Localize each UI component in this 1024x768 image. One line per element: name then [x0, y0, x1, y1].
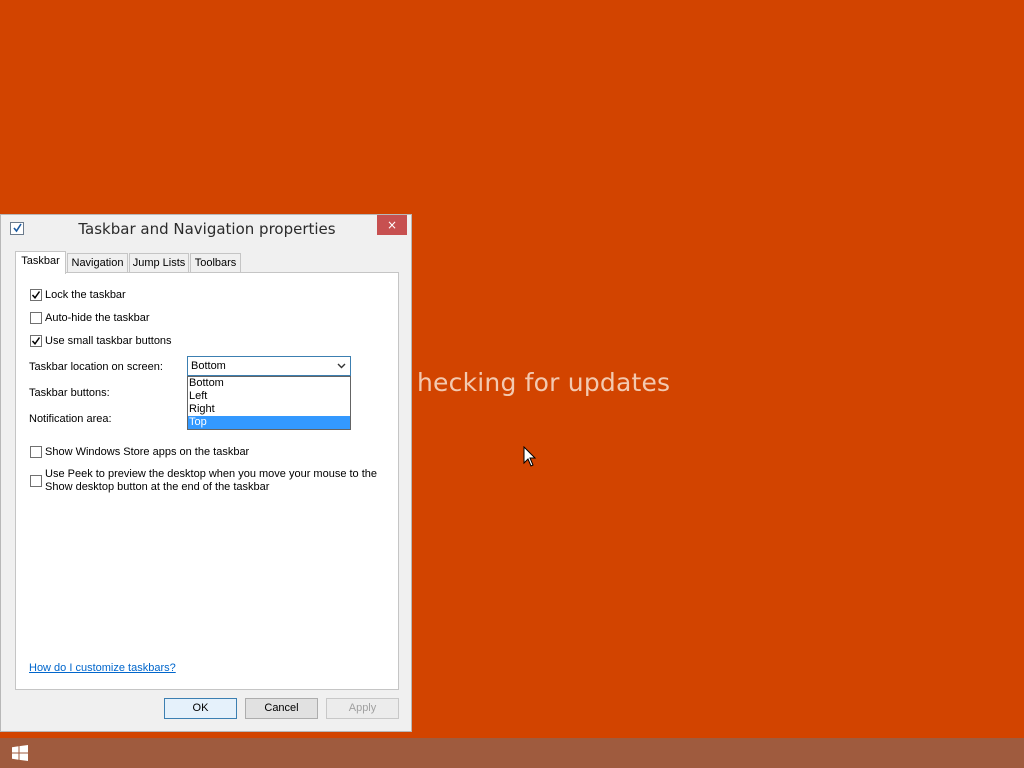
customize-help-link[interactable]: How do I customize taskbars? — [29, 662, 176, 674]
peek-label-line1[interactable]: Use Peek to preview the desktop when you… — [45, 468, 377, 480]
auto-hide-checkbox[interactable] — [30, 312, 42, 324]
notification-area-label: Notification area: — [29, 413, 112, 425]
tab-jump-lists[interactable]: Jump Lists — [129, 253, 189, 273]
peek-checkbox[interactable] — [30, 475, 42, 487]
peek-label-line2[interactable]: Show desktop button at the end of the ta… — [45, 481, 269, 493]
dialog-title: Taskbar and Navigation properties — [78, 220, 336, 238]
close-icon: × — [386, 218, 398, 232]
store-apps-checkbox[interactable] — [30, 446, 42, 458]
tab-taskbar[interactable]: Taskbar — [15, 251, 66, 274]
lock-taskbar-checkbox[interactable] — [30, 289, 42, 301]
store-apps-label[interactable]: Show Windows Store apps on the taskbar — [45, 446, 249, 458]
check-icon — [31, 291, 41, 299]
location-option-top[interactable]: Top — [188, 416, 350, 429]
location-dropdown-list: Bottom Left Right Top — [187, 376, 351, 430]
tab-navigation[interactable]: Navigation — [67, 253, 128, 273]
title-bar[interactable]: Taskbar and Navigation properties × — [1, 215, 411, 243]
lock-taskbar-label[interactable]: Lock the taskbar — [45, 289, 126, 301]
auto-hide-label[interactable]: Auto-hide the taskbar — [45, 312, 150, 324]
close-button[interactable]: × — [377, 215, 407, 235]
tab-toolbars[interactable]: Toolbars — [190, 253, 241, 273]
taskbar-tab-panel: Lock the taskbar Auto-hide the taskbar U… — [15, 272, 399, 690]
taskbar-location-select[interactable]: Bottom — [187, 356, 351, 376]
location-option-bottom[interactable]: Bottom — [188, 377, 350, 390]
taskbar — [0, 738, 1024, 768]
taskbar-properties-dialog: Taskbar and Navigation properties × Task… — [0, 214, 412, 732]
small-buttons-checkbox[interactable] — [30, 335, 42, 347]
apply-button[interactable]: Apply — [326, 698, 399, 719]
windows-logo-icon[interactable] — [12, 745, 28, 761]
taskbar-buttons-label: Taskbar buttons: — [29, 387, 110, 399]
cancel-button[interactable]: Cancel — [245, 698, 318, 719]
location-selected-value: Bottom — [191, 360, 226, 372]
mouse-pointer-icon — [523, 446, 537, 467]
update-status-text: hecking for updates — [417, 368, 671, 397]
small-buttons-label[interactable]: Use small taskbar buttons — [45, 335, 172, 347]
ok-button[interactable]: OK — [164, 698, 237, 719]
check-icon — [31, 337, 41, 345]
location-option-left[interactable]: Left — [188, 390, 350, 403]
location-label: Taskbar location on screen: — [29, 361, 163, 373]
location-option-right[interactable]: Right — [188, 403, 350, 416]
chevron-down-icon — [337, 363, 346, 369]
